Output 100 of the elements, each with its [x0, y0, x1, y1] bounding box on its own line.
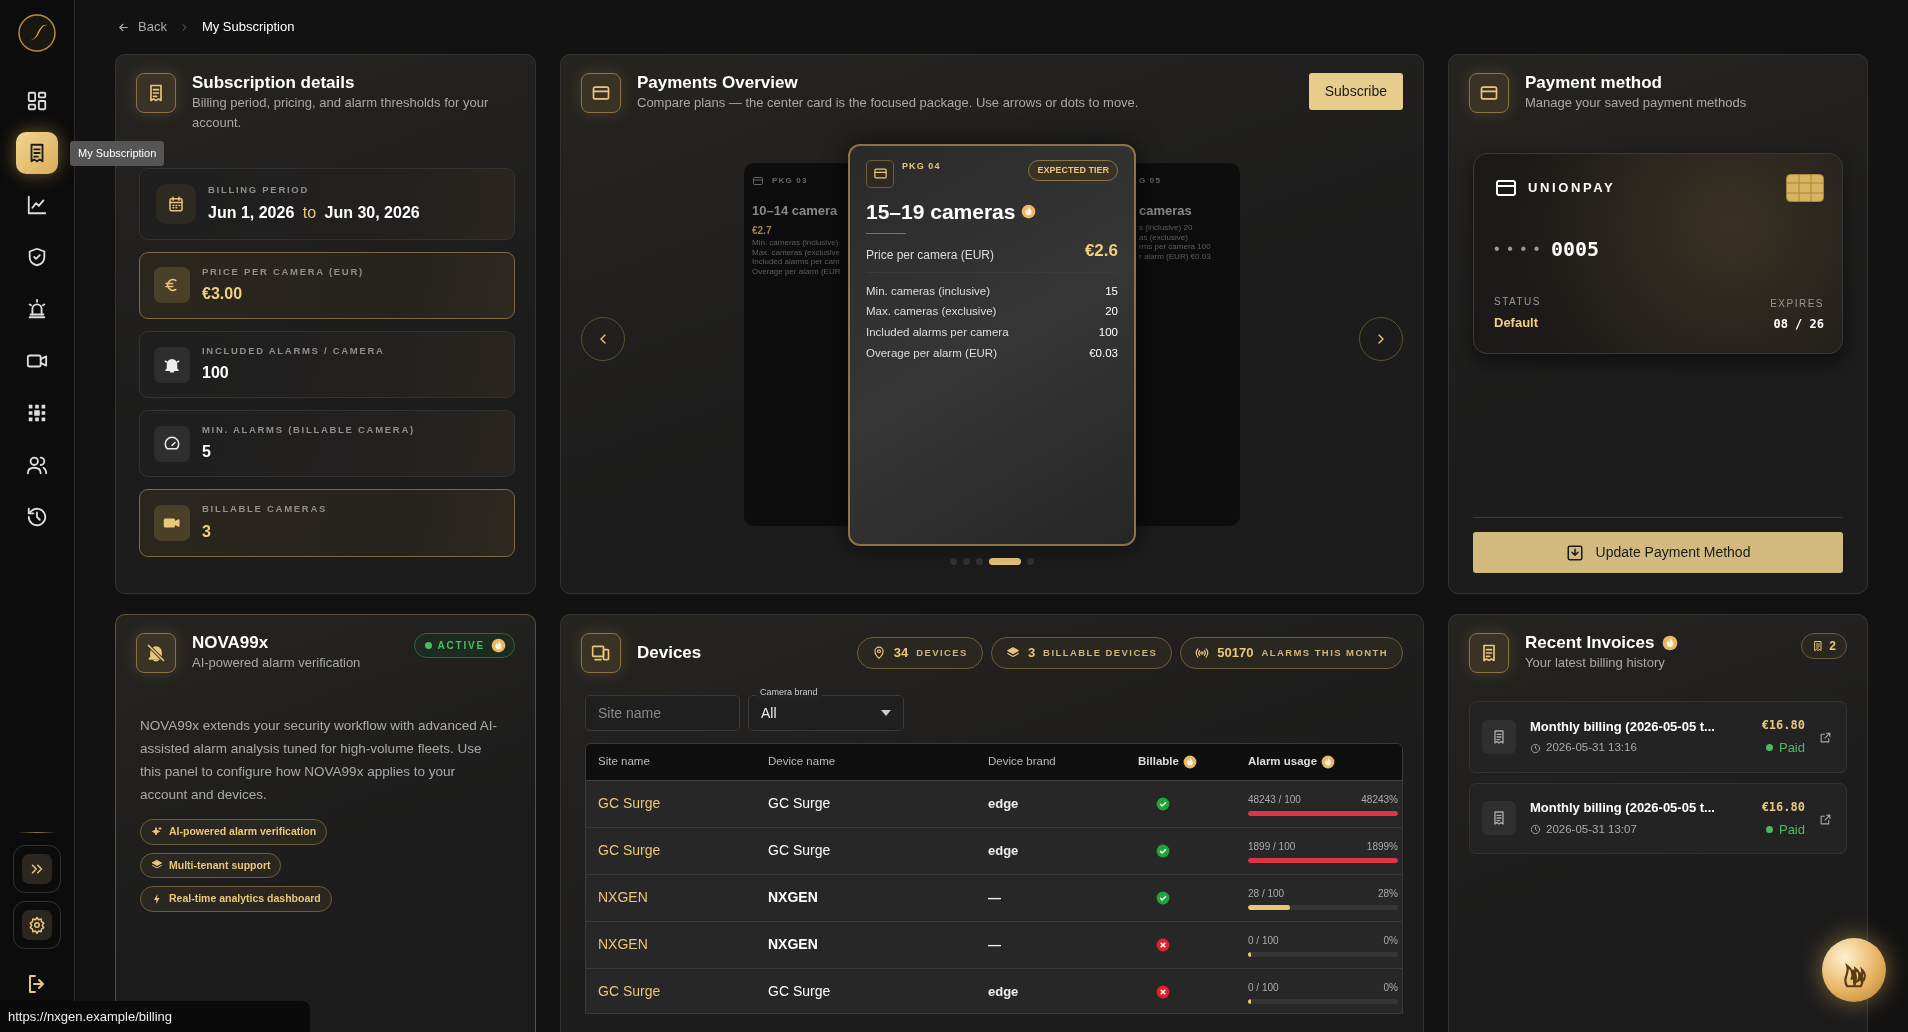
package-title: cameras [1139, 201, 1193, 220]
card-title: Recent Invoices [1525, 633, 1655, 654]
spec-label: Max. cameras (exclusive) [866, 304, 997, 320]
flame-icon [491, 638, 506, 653]
device-name: NXGEN [768, 936, 818, 952]
external-link-icon [1819, 812, 1832, 826]
gauge-icon [163, 434, 181, 453]
package-card[interactable]: PKG 03 10–14 camera €2.7 Min. cameras (inclusive) Max. cameras (exclusive Included alarms per cam Overage per alarm (EUR [744, 162, 848, 526]
subscribe-button[interactable]: Subscribe [1308, 73, 1403, 110]
usage-percent: 0% [1383, 933, 1398, 948]
flame-icon [1662, 635, 1679, 652]
receipt-icon [1491, 810, 1507, 827]
back-link[interactable]: Back [117, 17, 167, 37]
invoice-title: Monthly billing (2026-05-05 t... [1530, 799, 1716, 818]
site-name-field[interactable]: Site name [585, 695, 740, 731]
camera-brand-select[interactable]: All [748, 695, 904, 731]
payment-status: Paid [1761, 819, 1805, 839]
logo-icon [17, 13, 57, 53]
invoice-row[interactable]: Monthly billing (2026-05-05 t... 2026-05-31 13:07 €16.80 Paid [1469, 782, 1847, 854]
settings-button[interactable] [13, 901, 61, 950]
usage-percent: 1899% [1366, 839, 1398, 854]
site-name[interactable]: NXGEN [598, 889, 648, 905]
carousel-dot[interactable] [950, 557, 957, 565]
status-label: STATUS [1494, 295, 1541, 309]
card-subtitle: Manage your saved payment methods [1525, 94, 1748, 113]
package-price: €2.6 [1084, 240, 1118, 262]
detail-label: PRICE PER CAMERA (EUR) [202, 264, 364, 279]
credit-card-icon [591, 83, 611, 103]
site-name[interactable]: GC Surge [598, 983, 661, 999]
device-brand: edge [988, 796, 1019, 811]
stat-chip: 3 BILLABLE DEVICES [990, 637, 1173, 669]
card-subtitle: AI-powered alarm verification [192, 654, 362, 673]
update-payment-button[interactable]: Update Payment Method [1473, 532, 1843, 573]
invoice-amount: €16.80 [1761, 798, 1805, 816]
site-name[interactable]: GC Surge [598, 842, 661, 858]
spec-label: Overage per alarm (EUR) [866, 345, 997, 361]
card-number: 0005 [1550, 236, 1600, 263]
package-title: 15–19 cameras [866, 198, 1016, 225]
site-name[interactable]: NXGEN [598, 936, 648, 952]
package-tag: PKG 04 [902, 159, 941, 173]
map-pin-icon [871, 646, 886, 660]
invoice-row[interactable]: Monthly billing (2026-05-05 t... 2026-05-31 13:16 €16.80 Paid [1469, 701, 1847, 773]
clock-icon [1530, 824, 1541, 835]
invoice-count-badge: 2 [1801, 633, 1847, 659]
device-name: GC Surge [768, 842, 831, 858]
column-header: Device brand [988, 754, 1056, 770]
package-tag: PKG 03 [772, 174, 808, 187]
carousel-dot[interactable] [1027, 557, 1034, 565]
broadcast-icon [1195, 646, 1210, 660]
column-header: Site name [598, 754, 650, 770]
package-price: €2.7 [752, 224, 773, 238]
detail-value: Jun 1, 2026 to Jun 30, 2026 [208, 202, 420, 223]
siren-icon [26, 298, 48, 320]
card-brand: UNIONPAY [1528, 179, 1616, 198]
usage-count: 48243 / 100 [1248, 792, 1301, 807]
credit-card-icon [1479, 83, 1499, 103]
flame-icon [1021, 203, 1037, 219]
device-brand: edge [988, 984, 1019, 999]
calendar-icon [167, 195, 185, 213]
users-icon [26, 454, 48, 476]
detail-label: BILLABLE CAMERAS [202, 502, 327, 517]
package-title: 10–14 camera [752, 201, 839, 220]
invoice-time: 2026-05-31 13:16 [1546, 740, 1637, 756]
focused-package-card[interactable]: PKG 04 EXPECTED TIER 15–19 cameras Price per camera (EUR) €2.6 Min. cameras (inclusive) 15 Max. cameras (exclusive) 20 Included alarms per camera 100 Overage per alarm (EUR) €0.03 [848, 143, 1136, 546]
dashboard-icon [26, 90, 48, 112]
caret-down-icon [881, 710, 891, 716]
receipt-icon [1812, 640, 1825, 652]
site-name[interactable]: GC Surge [598, 795, 661, 811]
credit-card-icon [752, 174, 764, 187]
external-link-icon [1819, 731, 1832, 744]
masked-digits: • • • • [1494, 239, 1541, 259]
detail-value: 100 [202, 363, 230, 384]
usage-percent: 0% [1383, 980, 1398, 995]
spec-value: 100 [1098, 324, 1118, 340]
receipt-icon [1491, 728, 1507, 745]
spec-value: 20 [1105, 304, 1118, 320]
card-subtitle: Billing period, pricing, and alarm thresholds for your account. [192, 94, 490, 132]
feature-chip: AI-powered alarm verification [140, 818, 328, 845]
package-line: Min. cameras (inclusive) [752, 238, 840, 248]
card-subtitle: Your latest billing history [1525, 654, 1666, 673]
carousel-dot[interactable] [963, 557, 970, 565]
detail-label: BILLING PERIOD [208, 183, 310, 198]
breadcrumb-current: My Subscription [201, 18, 295, 37]
device-brand: — [988, 937, 1001, 952]
expires-label: EXPIRES [1770, 296, 1824, 311]
settings-icon [28, 916, 46, 935]
usage-percent: 28% [1378, 886, 1398, 901]
flame-icon [1182, 754, 1197, 769]
card-title: Devices [637, 642, 702, 664]
spec-label: Min. cameras (inclusive) [866, 283, 990, 299]
feature-chip: Real-time analytics dashboard [140, 886, 332, 912]
device-name: GC Surge [768, 983, 831, 999]
card-title: Subscription details [192, 73, 355, 94]
grid-icon [26, 402, 48, 424]
usage-count: 28 / 100 [1248, 886, 1285, 901]
carousel-dot[interactable] [976, 557, 983, 565]
column-header: Alarm usage [1248, 754, 1318, 770]
stat-chip: 34 DEVICES [856, 637, 983, 669]
column-header: Device name [768, 754, 836, 770]
device-brand: edge [988, 843, 1019, 858]
